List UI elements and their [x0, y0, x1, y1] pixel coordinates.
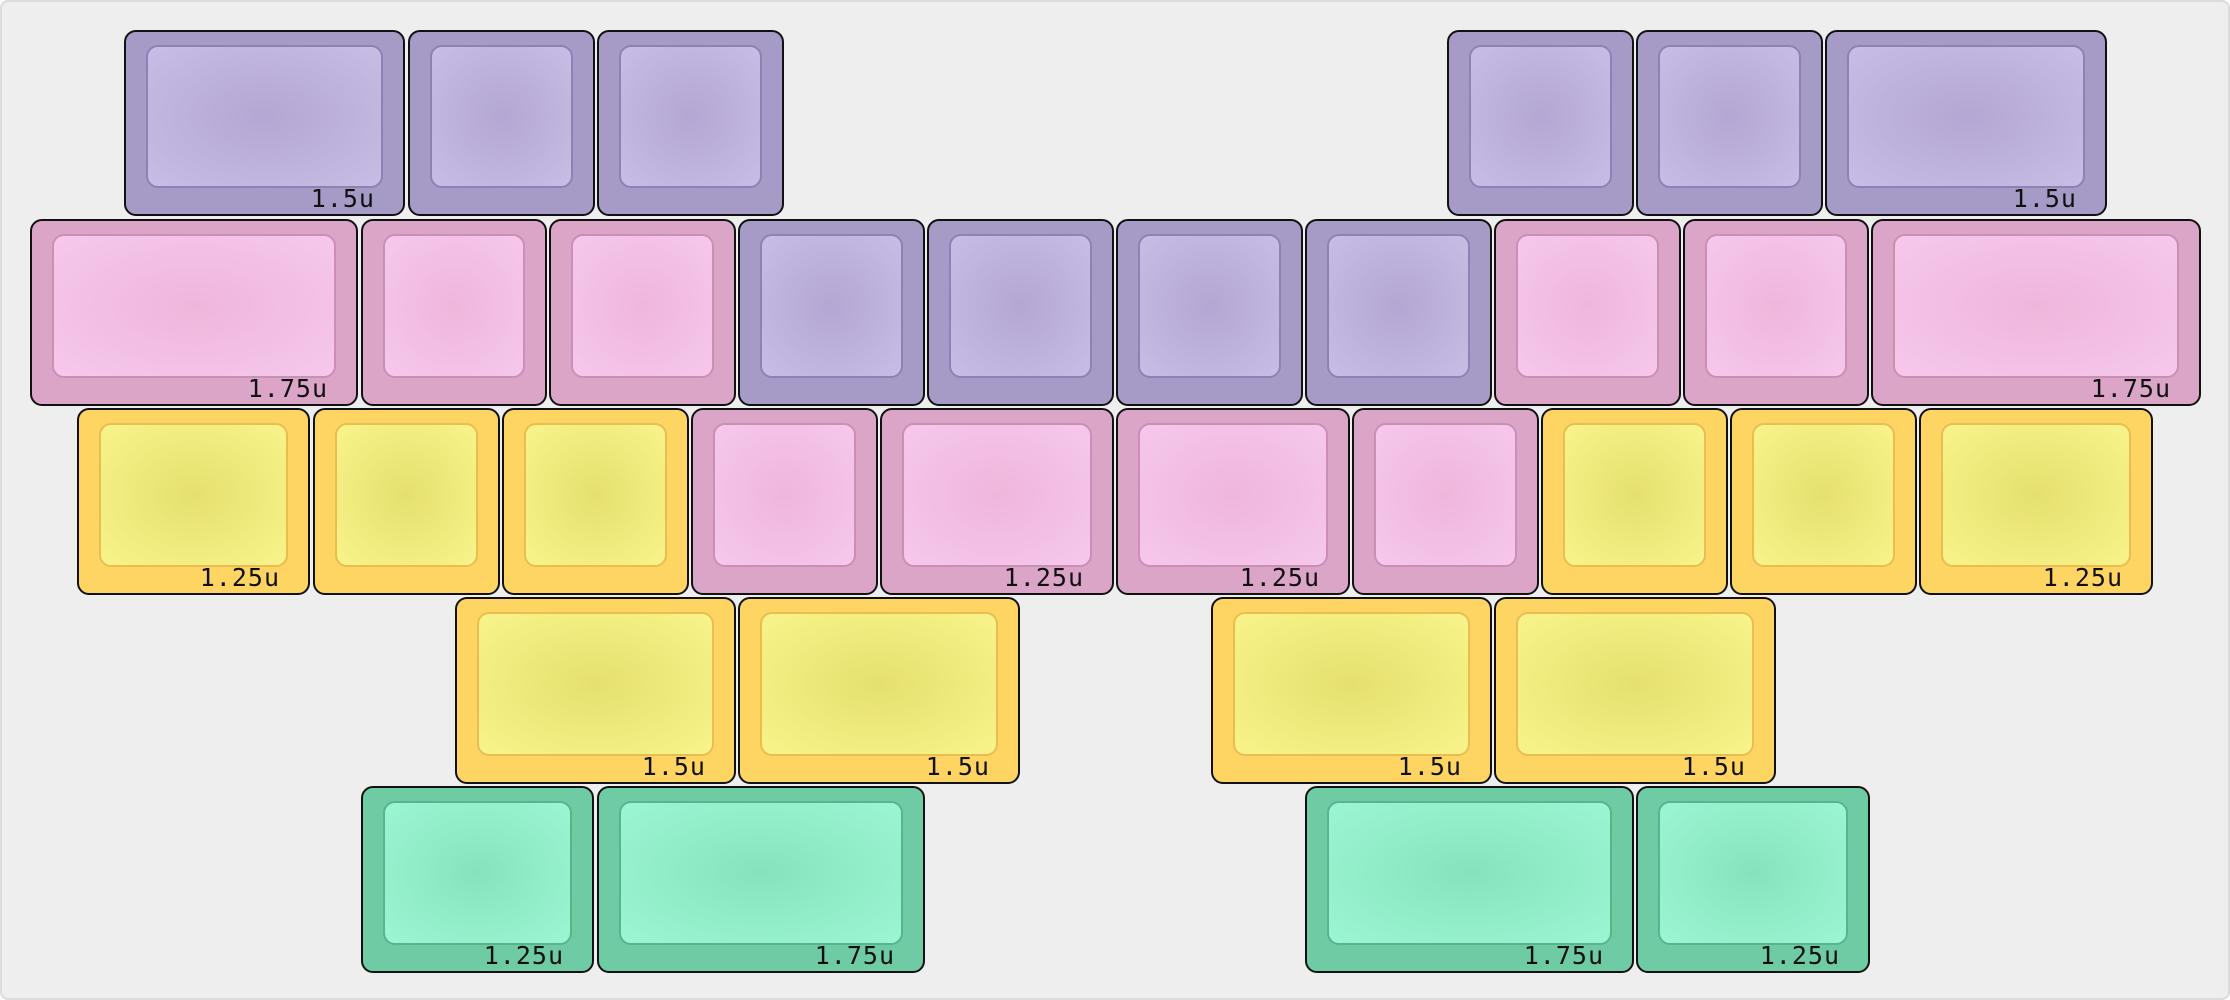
keycap-top	[713, 423, 856, 567]
keycap[interactable]: 1.25u	[1116, 408, 1350, 595]
keycap-top	[1658, 45, 1801, 188]
keycap-top	[99, 423, 288, 567]
keycap[interactable]: 1.25u	[361, 786, 594, 973]
keycap-top	[1233, 612, 1470, 756]
keyboard-layout: 1.5u 1.5u 1.75u 1.75u 1.25u 1.25u 1.25u …	[0, 0, 2230, 1000]
keycap[interactable]	[408, 30, 595, 216]
keycap-top	[477, 612, 714, 756]
keycap[interactable]	[502, 408, 689, 595]
keycap[interactable]: 1.5u	[738, 597, 1020, 784]
keycap-top	[1563, 423, 1706, 567]
keycap[interactable]	[738, 219, 925, 406]
keycap-top	[524, 423, 667, 567]
key-size-label: 1.25u	[199, 563, 280, 592]
keycap-top	[383, 234, 525, 378]
keycap-top	[1516, 234, 1659, 378]
key-size-label: 1.5u	[1397, 752, 1462, 781]
key-size-label: 1.5u	[2012, 184, 2077, 213]
keycap[interactable]: 1.25u	[77, 408, 310, 595]
keycap[interactable]	[1305, 219, 1492, 406]
key-size-label: 1.5u	[641, 752, 706, 781]
key-size-label: 1.75u	[2090, 374, 2171, 403]
keycap[interactable]	[1683, 219, 1869, 406]
keycap-top	[1138, 234, 1281, 378]
key-size-label: 1.75u	[247, 374, 328, 403]
keycap[interactable]: 1.75u	[30, 219, 358, 406]
key-size-label: 1.25u	[1759, 941, 1840, 970]
keycap[interactable]	[597, 30, 784, 216]
keycap-top	[1374, 423, 1517, 567]
keycap-top	[1327, 234, 1470, 378]
keycap-top	[1658, 801, 1848, 945]
keycap-top	[1941, 423, 2131, 567]
keycap[interactable]: 1.5u	[1211, 597, 1492, 784]
keycap-top	[1469, 45, 1612, 188]
keycap-top	[902, 423, 1092, 567]
keycap[interactable]: 1.75u	[597, 786, 925, 973]
keycap-top	[1705, 234, 1847, 378]
key-size-label: 1.25u	[2042, 563, 2123, 592]
keycap-top	[1752, 423, 1895, 567]
key-size-label: 1.75u	[1523, 941, 1604, 970]
keycap[interactable]: 1.25u	[880, 408, 1114, 595]
keycap[interactable]	[1447, 30, 1634, 216]
keycap-top	[146, 45, 383, 188]
keycap-top	[1893, 234, 2179, 378]
key-size-label: 1.25u	[483, 941, 564, 970]
keycap[interactable]	[1116, 219, 1303, 406]
keycap[interactable]: 1.25u	[1636, 786, 1870, 973]
keycap-top	[1327, 801, 1612, 945]
key-size-label: 1.75u	[814, 941, 895, 970]
keycap[interactable]: 1.75u	[1871, 219, 2201, 406]
keycap-top	[760, 612, 998, 756]
key-size-label: 1.5u	[310, 184, 375, 213]
keycap-top	[571, 234, 714, 378]
keycap[interactable]	[1636, 30, 1823, 216]
keycap[interactable]: 1.5u	[1825, 30, 2107, 216]
keycap-top	[1516, 612, 1754, 756]
keycap[interactable]: 1.5u	[124, 30, 405, 216]
keycap-top	[619, 45, 762, 188]
keycap-top	[619, 801, 903, 945]
keycap[interactable]	[1352, 408, 1539, 595]
keycap[interactable]: 1.5u	[455, 597, 736, 784]
keycap-top	[1847, 45, 2085, 188]
keycap[interactable]: 1.75u	[1305, 786, 1634, 973]
key-size-label: 1.25u	[1003, 563, 1084, 592]
keycap-top	[335, 423, 478, 567]
key-size-label: 1.25u	[1239, 563, 1320, 592]
keycap-top	[430, 45, 573, 188]
key-size-label: 1.5u	[925, 752, 990, 781]
keycap-top	[760, 234, 903, 378]
keycap[interactable]	[1494, 219, 1681, 406]
key-size-label: 1.5u	[1681, 752, 1746, 781]
keycap[interactable]	[1730, 408, 1917, 595]
keycap-top	[52, 234, 336, 378]
keycap[interactable]: 1.5u	[1494, 597, 1776, 784]
keycap[interactable]	[691, 408, 878, 595]
keycap-top	[1138, 423, 1328, 567]
keycap[interactable]: 1.25u	[1919, 408, 2153, 595]
keycap[interactable]	[927, 219, 1114, 406]
keycap[interactable]	[549, 219, 736, 406]
keycap-top	[949, 234, 1092, 378]
keycap[interactable]	[313, 408, 500, 595]
keycap[interactable]	[361, 219, 547, 406]
keycap-top	[383, 801, 572, 945]
keycap[interactable]	[1541, 408, 1728, 595]
